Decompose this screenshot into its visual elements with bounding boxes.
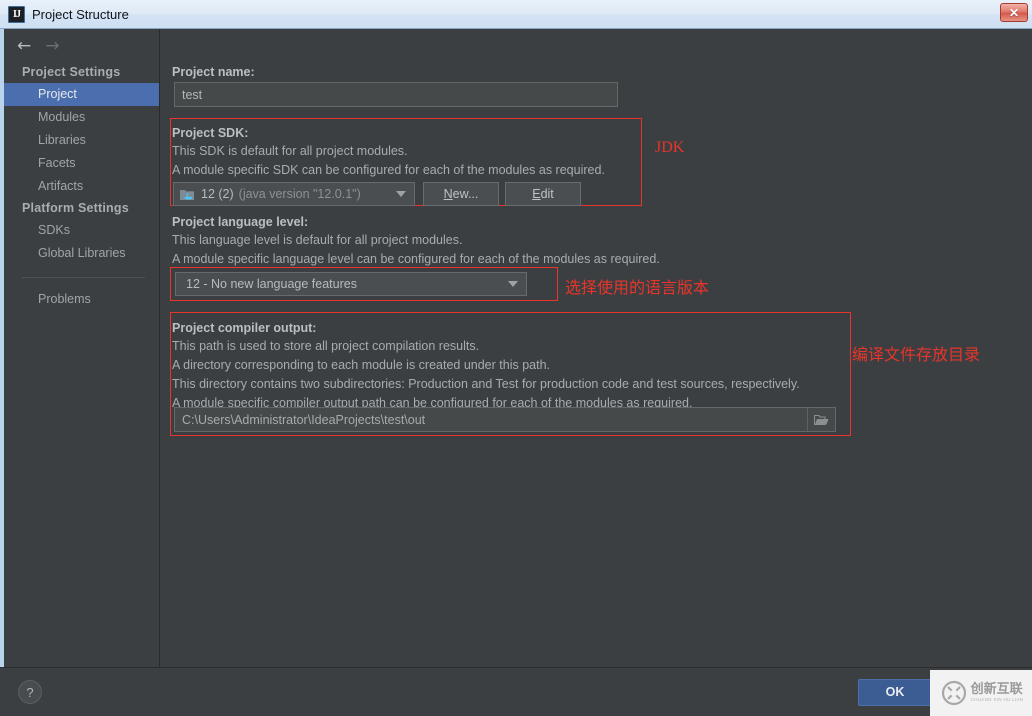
- compiler-output-path-input[interactable]: C:\Users\Administrator\IdeaProjects\test…: [174, 407, 836, 432]
- project-settings-panel: Project name: test Project SDK: This SDK…: [160, 29, 1032, 667]
- back-arrow-icon[interactable]: ←: [17, 37, 31, 55]
- navigation-arrows: ← →: [4, 29, 159, 62]
- title-bar: IJ Project Structure ✕: [0, 0, 1032, 29]
- project-sdk-dropdown[interactable]: 12 (2) (java version "12.0.1"): [173, 182, 415, 206]
- compiler-output-annotation-text: 编译文件存放目录: [852, 345, 981, 364]
- project-sdk-label: Project SDK:: [172, 126, 249, 140]
- language-level-dropdown[interactable]: 12 - No new language features: [175, 272, 527, 296]
- sidebar-item-project[interactable]: Project: [4, 83, 159, 106]
- new-sdk-button[interactable]: New...: [423, 182, 499, 206]
- window-title: Project Structure: [32, 6, 129, 22]
- sidebar-item-global-libraries[interactable]: Global Libraries: [4, 242, 159, 265]
- compiler-output-path-value: C:\Users\Administrator\IdeaProjects\test…: [182, 412, 426, 427]
- watermark-logo: 创新互联 CHUANG XIN HU LIAN: [930, 670, 1032, 716]
- compiler-output-desc-1: This path is used to store all project c…: [172, 339, 480, 353]
- watermark-text: 创新互联 CHUANG XIN HU LIAN: [971, 683, 1024, 703]
- chevron-down-icon: [396, 191, 406, 197]
- dialog-body: ← → Project Settings Project Modules Lib…: [0, 29, 1032, 667]
- java-sdk-icon: [180, 188, 195, 201]
- intellij-idea-icon: IJ: [8, 5, 25, 23]
- project-name-label: Project name:: [172, 65, 255, 79]
- project-sdk-desc-1: This SDK is default for all project modu…: [172, 144, 408, 158]
- ok-button[interactable]: OK: [858, 678, 932, 706]
- settings-sidebar: ← → Project Settings Project Modules Lib…: [0, 29, 160, 667]
- project-sdk-desc-2: A module specific SDK can be configured …: [172, 163, 605, 177]
- language-level-desc-2: A module specific language level can be …: [172, 252, 660, 266]
- language-level-annotation-text: 选择使用的语言版本: [565, 278, 710, 297]
- edit-sdk-button[interactable]: Edit: [505, 182, 581, 206]
- project-sdk-value: 12 (2): [201, 187, 234, 201]
- sidebar-item-modules[interactable]: Modules: [4, 106, 159, 129]
- sidebar-item-facets[interactable]: Facets: [4, 152, 159, 175]
- compiler-output-label: Project compiler output:: [172, 321, 317, 335]
- folder-icon: [814, 414, 829, 425]
- help-button[interactable]: ?: [18, 680, 42, 704]
- sidebar-item-sdks[interactable]: SDKs: [4, 219, 159, 242]
- dialog-footer: ? OK Cancel: [0, 667, 1032, 716]
- compiler-output-desc-3: This directory contains two subdirectori…: [172, 377, 800, 391]
- sdk-annotation-text: JDK: [655, 139, 685, 156]
- language-level-label: Project language level:: [172, 215, 309, 229]
- close-icon[interactable]: ✕: [1000, 3, 1028, 22]
- sidebar-group-project-settings: Project Settings: [22, 65, 121, 79]
- project-structure-dialog: IJ Project Structure ✕ ← → Project Setti…: [0, 0, 1032, 716]
- language-level-desc-1: This language level is default for all p…: [172, 233, 463, 247]
- browse-folder-button[interactable]: [807, 408, 835, 431]
- sidebar-item-libraries[interactable]: Libraries: [4, 129, 159, 152]
- sidebar-group-platform-settings: Platform Settings: [22, 201, 129, 215]
- project-sdk-version-detail: (java version "12.0.1"): [238, 187, 361, 201]
- sidebar-item-problems[interactable]: Problems: [4, 288, 159, 311]
- chevron-down-icon: [508, 281, 518, 287]
- sidebar-divider: [22, 277, 145, 278]
- project-name-input[interactable]: test: [174, 82, 618, 107]
- compiler-output-desc-2: A directory corresponding to each module…: [172, 358, 550, 372]
- forward-arrow-icon[interactable]: →: [45, 37, 59, 55]
- watermark-sub-text: CHUANG XIN HU LIAN: [970, 697, 1024, 703]
- watermark-mark-icon: [941, 680, 966, 706]
- sidebar-item-artifacts[interactable]: Artifacts: [4, 175, 159, 198]
- watermark-main-text: 创新互联: [970, 682, 1023, 698]
- language-level-value: 12 - No new language features: [186, 277, 357, 291]
